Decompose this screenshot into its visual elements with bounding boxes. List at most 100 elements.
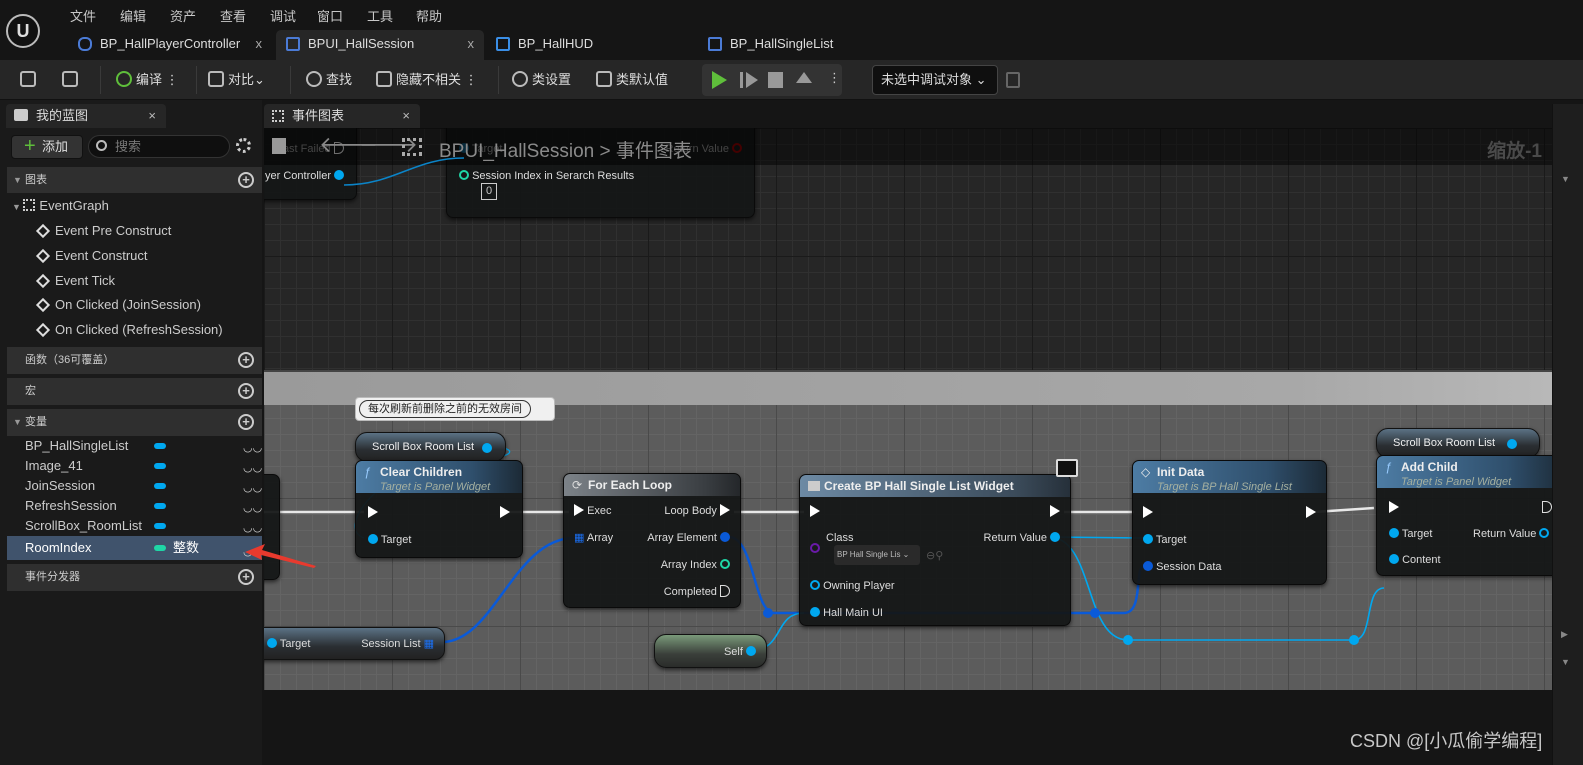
bookmark-icon[interactable] <box>272 138 286 154</box>
variable-item-selected[interactable]: RoomIndex整数◡◡ <box>7 536 262 560</box>
add-variable-icon[interactable]: + <box>238 414 254 430</box>
tree-event[interactable]: Event Pre Construct <box>35 221 171 241</box>
add-graph-icon[interactable]: + <box>238 172 254 188</box>
tab-my-blueprint[interactable]: 我的蓝图 × <box>6 104 166 128</box>
tree-event[interactable]: Event Construct <box>35 246 148 266</box>
diff-button[interactable]: 对比⌄ <box>208 70 265 90</box>
pin-session-index[interactable]: Session Index in Serarch Results <box>459 169 634 183</box>
tree-event[interactable]: Event Tick <box>35 271 115 291</box>
debug-target-select[interactable]: 未选中调试对象 ⌄ <box>872 65 998 95</box>
section-functions[interactable]: 函数（36可覆盖） + <box>7 347 262 374</box>
for-each-loop-node[interactable]: ⟳ For Each Loop Exec Loop Body ▦ Array Ar… <box>563 473 741 608</box>
tab-bp-hallhud[interactable]: BP_HallHUD <box>486 30 686 60</box>
pin-exec-out[interactable] <box>1542 501 1552 515</box>
add-child-node[interactable]: ƒ Add Child Target is Panel Widget Target … <box>1376 455 1552 576</box>
breadcrumb-leaf[interactable]: 事件图表 <box>616 141 692 162</box>
section-graphs[interactable]: ▼ 图表 + <box>7 167 262 193</box>
pin-completed[interactable]: Completed <box>664 585 730 599</box>
pin-exec-in[interactable] <box>1143 506 1153 520</box>
tab-bp-hallsinglelist[interactable]: BP_HallSingleList <box>698 30 898 60</box>
pin-array-element[interactable]: Array Element <box>647 531 730 545</box>
section-event-dispatchers[interactable]: 事件分发器 + <box>7 564 262 591</box>
pin-exec-out[interactable] <box>1050 505 1060 519</box>
eye-closed-icon[interactable]: ◡◡ <box>243 438 262 458</box>
menu-help[interactable]: 帮助 <box>416 6 442 25</box>
tree-eventgraph[interactable]: ▼ EventGraph <box>12 196 109 216</box>
eject-icon[interactable] <box>796 72 812 83</box>
compile-options[interactable]: ⋮ <box>166 72 179 87</box>
pin-hall-main-ui[interactable]: Hall Main UI <box>810 606 883 620</box>
tree-event[interactable]: On Clicked (RefreshSession) <box>35 320 223 340</box>
tab-event-graph[interactable]: 事件图表 × <box>264 104 420 128</box>
step-icon[interactable] <box>740 72 758 88</box>
play-options[interactable]: ⋮ <box>828 70 841 86</box>
pin-return-value[interactable]: Return Value <box>1473 527 1550 541</box>
menu-tools[interactable]: 工具 <box>367 6 393 25</box>
pin-array-index[interactable]: Array Index <box>661 558 730 572</box>
add-button[interactable]: + 添加 <box>11 135 83 159</box>
class-select[interactable]: BP Hall Single Lis ⌄ <box>834 545 920 565</box>
add-function-icon[interactable]: + <box>238 352 254 368</box>
play-icon[interactable] <box>712 71 727 89</box>
eye-closed-icon[interactable]: ◡◡ <box>243 478 262 498</box>
pin-target[interactable]: Target <box>368 533 411 547</box>
eye-closed-icon[interactable]: ◡◡ <box>243 518 262 538</box>
pin-owning-player[interactable]: Owning Player <box>810 579 895 593</box>
pin-player-controller[interactable]: yer Controller <box>265 169 345 183</box>
menu-asset[interactable]: 资产 <box>170 6 196 25</box>
section-variables[interactable]: ▼ 变量 + <box>7 409 262 436</box>
stop-icon[interactable] <box>768 72 783 88</box>
pin-return-value[interactable]: Return Value <box>984 531 1060 545</box>
browse-button[interactable] <box>62 70 82 90</box>
pin-session-data[interactable]: Session Data <box>1143 560 1222 574</box>
session-index-input[interactable]: 0 <box>481 183 497 200</box>
graph-canvas[interactable]: Cast Failed yer Controller Target Return… <box>264 128 1552 690</box>
menu-debug[interactable]: 调试 <box>270 6 296 25</box>
close-icon[interactable]: × <box>148 104 156 128</box>
init-data-node[interactable]: ◇ Init Data Target is BP Hall Single List … <box>1132 460 1327 585</box>
scroll-box-room-list-getter[interactable]: Scroll Box Room List <box>355 432 506 462</box>
pin-exec-out[interactable] <box>500 506 510 520</box>
eye-closed-icon[interactable]: ◡◡ <box>243 498 262 518</box>
add-macro-icon[interactable]: + <box>238 383 254 399</box>
variable-type[interactable]: 整数 <box>173 536 199 560</box>
section-macros[interactable]: 宏 + <box>7 378 262 405</box>
comment-bubble[interactable]: 每次刷新前删除之前的无效房间 <box>355 397 555 421</box>
variable-item[interactable]: Image_41 ◡◡ <box>7 456 262 476</box>
breadcrumb-root[interactable]: BPUI_HallSession <box>439 141 594 162</box>
pin-loop-body[interactable]: Loop Body <box>664 504 730 518</box>
self-node[interactable]: Self <box>654 634 767 668</box>
hide-options[interactable]: ⋮ <box>465 72 478 87</box>
pin-exec[interactable]: Exec <box>574 504 612 518</box>
save-button[interactable] <box>20 70 40 90</box>
tab-bpui-hallsession[interactable]: BPUI_HallSession x <box>276 30 484 60</box>
class-defaults-button[interactable]: 类默认值 <box>596 70 668 90</box>
tab-bp-hallplayercontroller[interactable]: BP_HallPlayerController x <box>68 30 272 60</box>
variable-item[interactable]: JoinSession ◡◡ <box>7 476 262 496</box>
create-widget-node[interactable]: Create BP Hall Single List Widget Class … <box>799 459 1078 626</box>
gear-icon[interactable] <box>236 138 251 153</box>
pin-target[interactable]: Target <box>1389 527 1432 541</box>
session-list-getter[interactable]: Target Session List ▦ <box>264 627 445 660</box>
variable-item[interactable]: RefreshSession ◡◡ <box>7 496 262 516</box>
pin-exec-in[interactable] <box>810 505 820 519</box>
compile-button[interactable]: 编译 ⋮ <box>116 70 179 90</box>
browse-icon[interactable]: ⊖⚲ <box>926 549 943 562</box>
add-dispatcher-icon[interactable]: + <box>238 569 254 585</box>
find-button[interactable]: 查找 <box>306 70 352 90</box>
class-settings-button[interactable]: 类设置 <box>512 70 571 90</box>
variable-item[interactable]: ScrollBox_RoomList ◡◡ <box>7 516 262 536</box>
pin-exec-out[interactable] <box>1306 506 1316 520</box>
menu-window[interactable]: 窗口 <box>317 6 343 25</box>
pin-target[interactable]: Target <box>1143 533 1186 547</box>
variable-item[interactable]: BP_HallSingleList ◡◡ <box>7 436 262 456</box>
tree-event[interactable]: On Clicked (JoinSession) <box>35 295 201 315</box>
menu-edit[interactable]: 编辑 <box>120 6 146 25</box>
debug-find-icon[interactable] <box>1006 72 1020 88</box>
eye-closed-icon[interactable]: ◡◡ <box>243 458 262 478</box>
close-icon[interactable]: x <box>256 30 263 58</box>
menu-view[interactable]: 查看 <box>220 6 246 25</box>
hide-unrelated-button[interactable]: 隐藏不相关 ⋮ <box>376 70 478 90</box>
search-input[interactable]: 搜索 <box>88 135 230 158</box>
pin-array[interactable]: ▦ Array <box>574 531 613 545</box>
